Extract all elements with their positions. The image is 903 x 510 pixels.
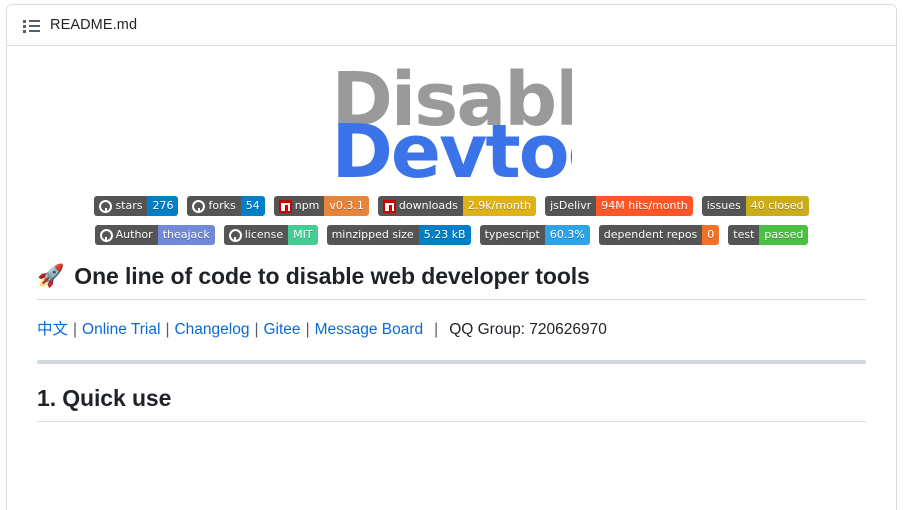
badge-label-text: license — [244, 228, 284, 241]
badge-label-text: test — [733, 228, 755, 241]
link-changelog[interactable]: Changelog — [174, 321, 249, 339]
link-separator: | — [254, 321, 259, 338]
github-icon — [99, 199, 113, 213]
npm-icon — [278, 199, 292, 213]
badge-downloads[interactable]: downloads 2.9k/month — [377, 196, 537, 216]
github-icon — [192, 199, 206, 213]
badge-label: issues — [701, 196, 746, 216]
link-gitee[interactable]: Gitee — [264, 321, 301, 339]
link-separator: | — [434, 321, 439, 338]
page-title-text: One line of code to disable web develope… — [74, 263, 590, 289]
readme-header: README.md — [7, 5, 896, 46]
badge-label: test — [728, 225, 760, 245]
github-icon — [99, 228, 113, 242]
badge-label: dependent repos — [598, 225, 703, 245]
badge-label: minzipped size — [326, 225, 419, 245]
badge-value: 2.9k/month — [462, 196, 537, 216]
badge-label-text: downloads — [398, 199, 458, 212]
project-logo: Disable Devtool — [37, 46, 866, 196]
badge-value: 54 — [240, 196, 265, 216]
badge-minzipped-size[interactable]: minzipped size 5.23 kB — [326, 225, 471, 245]
badge-value: 60.3% — [544, 225, 590, 245]
rocket-icon: 🚀 — [37, 262, 65, 288]
badge-forks[interactable]: forks 54 — [187, 196, 265, 216]
readme-filename: README.md — [50, 17, 138, 33]
badge-typescript[interactable]: typescript 60.3% — [479, 225, 590, 245]
badge-jsdelivr[interactable]: jsDelivr 94M hits/month — [545, 196, 693, 216]
badge-label-text: minzipped size — [331, 228, 414, 241]
list-icon[interactable] — [23, 17, 40, 34]
badge-test[interactable]: test passed — [728, 225, 809, 245]
badge-label-text: forks — [208, 199, 236, 212]
qq-group-text: QQ Group: 720626970 — [449, 321, 607, 338]
page-title: 🚀 One line of code to disable web develo… — [37, 263, 866, 300]
logo-text-devtool: Devtool — [331, 109, 572, 182]
badge-label-text: npm — [294, 199, 320, 212]
link-separator: | — [305, 321, 310, 338]
badge-value: 0 — [702, 225, 720, 245]
badge-value: v0.3.1 — [324, 196, 369, 216]
github-icon — [228, 228, 242, 242]
readme-card: README.md Disable Devtool stars 276 forks 5… — [6, 4, 897, 510]
link-separator: | — [73, 321, 78, 338]
badge-issues[interactable]: issues 40 closed — [701, 196, 809, 216]
badge-row-2: Author theajack license MIT minzipped size 5.… — [37, 225, 866, 245]
badge-value: theajack — [157, 225, 215, 245]
badge-dependent-repos[interactable]: dependent repos 0 — [598, 225, 720, 245]
badge-label: forks — [187, 196, 241, 216]
badge-label-text: stars — [115, 199, 143, 212]
badge-value: passed — [759, 225, 809, 245]
badge-label: npm — [273, 196, 325, 216]
badge-value: 40 closed — [745, 196, 809, 216]
link-separator: | — [165, 321, 170, 338]
badge-label-text: dependent repos — [603, 228, 698, 241]
badge-license[interactable]: license MIT — [223, 225, 318, 245]
badge-label-text: Author — [115, 228, 153, 241]
section-divider — [37, 360, 866, 364]
link-中文[interactable]: 中文 — [37, 317, 68, 339]
readme-body: Disable Devtool stars 276 forks 54 npm v0.3.1… — [7, 46, 896, 422]
badge-label-text: typescript — [484, 228, 540, 241]
badge-label-text: jsDelivr — [550, 199, 592, 212]
logo-stack: Disable Devtool — [332, 62, 572, 182]
badge-value: MIT — [288, 225, 318, 245]
badge-value: 276 — [147, 196, 179, 216]
badge-value: 5.23 kB — [418, 225, 471, 245]
badge-label: Author — [94, 225, 158, 245]
badge-row-1: stars 276 forks 54 npm v0.3.1 downloads 2.9k/mo… — [37, 196, 866, 216]
badge-label: stars — [94, 196, 148, 216]
section-heading-quick-use: 1. Quick use — [37, 385, 866, 422]
link-message-board[interactable]: Message Board — [315, 321, 424, 339]
badge-stars[interactable]: stars 276 — [94, 196, 179, 216]
npm-icon — [382, 199, 396, 213]
page-root: README.md Disable Devtool stars 276 forks 5… — [0, 0, 903, 510]
nav-links: 中文 | Online Trial | Changelog | Gitee | Message … — [37, 317, 866, 339]
badge-label-text: issues — [706, 199, 741, 212]
badge-label: license — [223, 225, 289, 245]
badge-value: 94M hits/month — [596, 196, 693, 216]
badge-label: jsDelivr — [545, 196, 597, 216]
badge-author[interactable]: Author theajack — [94, 225, 215, 245]
badge-label: downloads — [377, 196, 463, 216]
badge-label: typescript — [479, 225, 545, 245]
link-online-trial[interactable]: Online Trial — [82, 321, 160, 339]
badge-npm[interactable]: npm v0.3.1 — [273, 196, 369, 216]
